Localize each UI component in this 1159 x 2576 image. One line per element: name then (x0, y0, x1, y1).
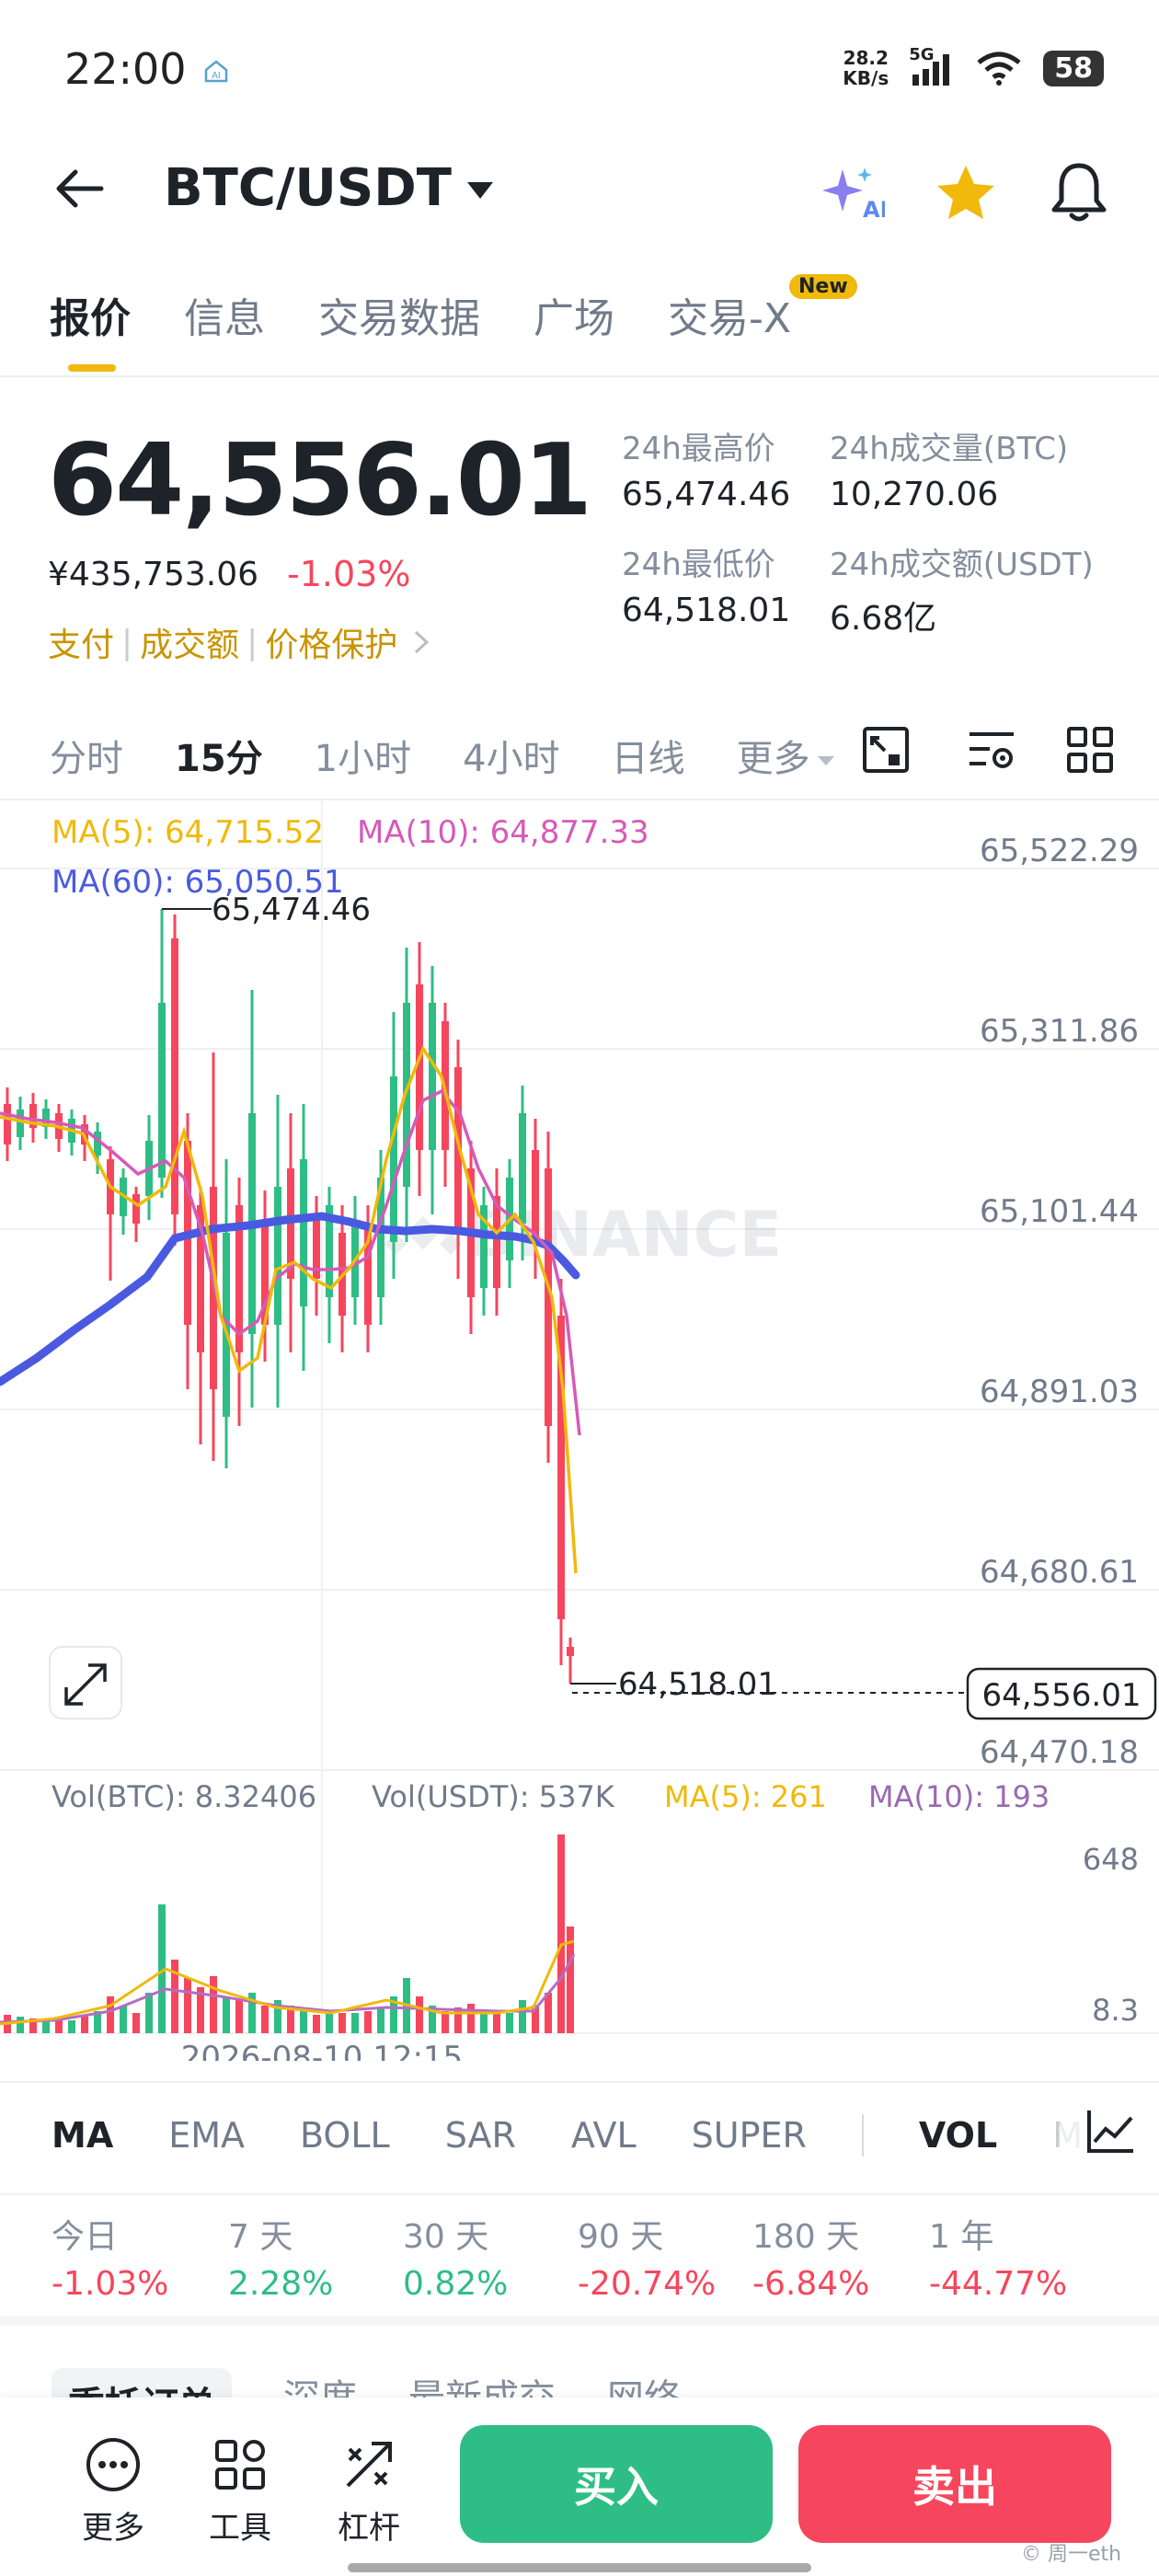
more-dots-icon (86, 2438, 140, 2491)
chevron-right-icon[interactable] (410, 628, 432, 656)
current-price-text: 64,556.01 (981, 1677, 1141, 1714)
net-speed: 28.2 KB/s (843, 47, 889, 89)
tools-button[interactable]: 工具 (189, 2436, 291, 2547)
divider (0, 2081, 1159, 2083)
interval-timeline[interactable]: 分时 (50, 729, 123, 782)
tag-turnover[interactable]: 成交额 (140, 618, 239, 666)
signal-icon: 5G (909, 45, 955, 87)
indicator-ema[interactable]: EMA (168, 2115, 245, 2156)
tab-info[interactable]: 信息 (184, 285, 265, 344)
star-icon[interactable] (934, 162, 998, 223)
divider (0, 375, 1159, 377)
indicator-tabs: MA EMA BOLL SAR AVL SUPER VOL M (52, 2114, 1083, 2156)
new-badge: New (789, 274, 857, 299)
interval-more[interactable]: 更多 (737, 729, 836, 782)
draw-tool-icon[interactable] (861, 725, 911, 775)
perf-today: 今日 -1.03% (52, 2218, 169, 2303)
binance-watermark: BINANCE (384, 1199, 782, 1271)
indicator-vol[interactable]: VOL (919, 2115, 997, 2156)
ai-sparkle-icon[interactable]: AI (819, 164, 885, 223)
perf-1y: 1 年 -44.77% (929, 2218, 1068, 2303)
stat-vol-usdt: 24h成交额(USDT) 6.68亿 (830, 546, 1094, 638)
stat-vol-btc: 24h成交量(BTC) 10,270.06 (830, 431, 1069, 513)
high-marker: 65,474.46 (212, 891, 371, 928)
perf-7d: 7 天 2.28% (228, 2218, 334, 2303)
indicator-sar[interactable]: SAR (445, 2115, 516, 2156)
sell-button[interactable]: 卖出 (798, 2425, 1111, 2543)
svg-text:AI: AI (863, 197, 885, 223)
vol-ma5-label: MA(5): 261 (664, 1779, 827, 1814)
indicator-divider (861, 2114, 864, 2156)
leverage-icon (346, 2442, 392, 2488)
interval-1d[interactable]: 日线 (612, 729, 685, 782)
svg-text:AI: AI (212, 71, 221, 81)
status-right: 28.2 KB/s 5G 58 (843, 45, 1104, 89)
tab-trade-x[interactable]: 交易-X (668, 285, 791, 344)
active-tab-underline (68, 364, 116, 372)
caret-down-icon[interactable] (465, 180, 495, 201)
footer-watermark: © 周一eth (1021, 2543, 1122, 2566)
perf-180d: 180 天 -6.84% (752, 2218, 870, 2303)
main-tabs: 报价 信息 交易数据 广场 交易-X (50, 285, 791, 344)
volume-bars (4, 1834, 574, 2033)
interval-bar: 分时 15分 1小时 4小时 日线 更多 (50, 729, 836, 782)
ma10-label: MA(10): 64,877.33 (357, 814, 649, 851)
layout-grid-icon[interactable] (1065, 725, 1115, 775)
candlestick-chart[interactable]: BINANCE MA(5): 64,715.52 MA(10): 64,877.… (0, 800, 1159, 2061)
wifi-icon (977, 52, 1021, 86)
tab-quote[interactable]: 报价 (50, 285, 131, 344)
vol-axis-bottom: 8.3 (1092, 1993, 1139, 2028)
divider (0, 2193, 1159, 2195)
stat-low: 24h最低价 64,518.01 (622, 546, 791, 629)
tab-trade-data[interactable]: 交易数据 (318, 285, 480, 344)
bell-icon[interactable] (1049, 160, 1109, 224)
stat-high: 24h最高价 65,474.46 (622, 431, 791, 513)
cny-price: ¥435,753.06 (48, 556, 259, 593)
more-button[interactable]: 更多 (63, 2436, 164, 2547)
interval-4h[interactable]: 4小时 (463, 729, 559, 782)
tools-grid-icon (215, 2440, 265, 2490)
battery-indicator: 58 (1043, 50, 1104, 86)
tag-price-protection[interactable]: 价格保护 (265, 618, 397, 666)
ma5-label: MA(5): 64,715.52 (52, 814, 324, 851)
time-axis-label: 2026-08-10 12:15 (181, 2040, 463, 2061)
low-marker: 64,518.01 (618, 1666, 777, 1703)
price-axis-label: 65,522.29 (980, 833, 1139, 869)
tab-square[interactable]: 广场 (534, 285, 614, 344)
section-divider (0, 2317, 1159, 2326)
interval-15m[interactable]: 15分 (175, 729, 263, 782)
home-indicator[interactable] (348, 2563, 811, 2572)
indicator-super[interactable]: SUPER (692, 2115, 807, 2156)
price-axis-label: 64,470.18 (980, 1734, 1139, 1771)
tag-pay[interactable]: 支付 (48, 618, 114, 666)
app-notification-icon: AI (204, 60, 228, 83)
vol-usdt-label: Vol(USDT): 537K (372, 1779, 615, 1814)
status-time: 22:00 (64, 44, 187, 94)
interval-1h[interactable]: 1小时 (315, 729, 411, 782)
price-axis-label: 65,311.86 (980, 1013, 1139, 1050)
indicator-avl[interactable]: AVL (571, 2115, 637, 2156)
perf-90d: 90 天 -20.74% (578, 2218, 717, 2303)
perf-30d: 30 天 0.82% (403, 2218, 509, 2303)
candles (4, 909, 574, 1684)
price-axis-label: 64,680.61 (980, 1554, 1139, 1591)
indicator-boll[interactable]: BOLL (300, 2115, 390, 2156)
pair-title[interactable]: BTC/USDT (164, 158, 452, 218)
price-tags: 支付 | 成交额 | 价格保护 (48, 618, 432, 666)
chart-settings-icon[interactable] (966, 725, 1017, 775)
indicator-ma[interactable]: MA (52, 2115, 113, 2156)
vol-ma10-label: MA(10): 193 (868, 1779, 1050, 1814)
indicator-settings-icon[interactable] (1085, 2107, 1137, 2156)
price-axis-label: 65,101.44 (980, 1193, 1139, 1230)
vol-btc-label: Vol(BTC): 8.32406 (52, 1779, 316, 1814)
vol-axis-top: 648 (1083, 1842, 1139, 1877)
buy-button[interactable]: 买入 (460, 2425, 773, 2543)
back-arrow-icon[interactable] (52, 166, 107, 212)
last-price: 64,556.01 (48, 423, 592, 538)
price-change: -1.03% (287, 554, 411, 594)
leverage-button[interactable]: 杠杆 (318, 2436, 419, 2547)
price-axis-label: 64,891.03 (980, 1374, 1139, 1410)
